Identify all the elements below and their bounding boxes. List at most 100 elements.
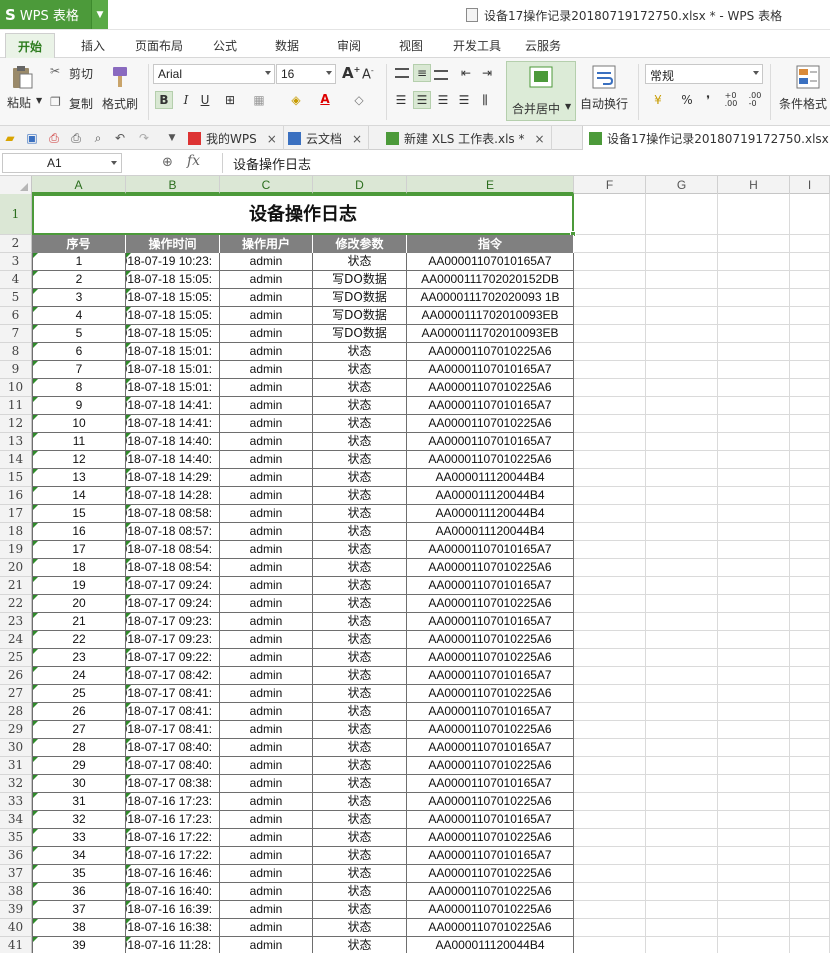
doc-tab-3[interactable]: 设备17操作记录20180719172750.xlsx *× (582, 126, 830, 150)
distribute-icon[interactable]: ⫼ (476, 91, 494, 109)
table-cell[interactable]: 状态 (313, 379, 407, 397)
table-cell[interactable]: AA00001107010165A7 (407, 577, 574, 595)
table-cell[interactable]: 2018-07-18 14:41: (126, 397, 220, 415)
table-cell[interactable]: AA00001107010165A7 (407, 739, 574, 757)
row-header-29[interactable]: 29 (0, 721, 32, 739)
comma-button[interactable]: ❜ (699, 91, 717, 109)
table-cell[interactable]: admin (220, 775, 313, 793)
table-cell[interactable]: 9 (32, 397, 126, 415)
table-cell[interactable]: 状态 (313, 811, 407, 829)
row-header-2[interactable]: 2 (0, 235, 32, 253)
table-cell[interactable]: 2018-07-17 08:42: (126, 667, 220, 685)
table-cell[interactable]: AA00001107010225A6 (407, 631, 574, 649)
row-header-40[interactable]: 40 (0, 919, 32, 937)
table-cell[interactable]: 2018-07-16 16:38: (126, 919, 220, 937)
close-icon[interactable]: × (352, 132, 362, 146)
print-icon[interactable]: ⎙ (68, 130, 84, 146)
row-header-14[interactable]: 14 (0, 451, 32, 469)
table-cell[interactable]: admin (220, 415, 313, 433)
indent-increase-icon[interactable]: ⇥ (478, 64, 496, 82)
undo-icon[interactable]: ↶ (112, 130, 128, 146)
table-cell[interactable]: 2018-07-18 08:54: (126, 541, 220, 559)
row-header-21[interactable]: 21 (0, 577, 32, 595)
table-cell[interactable]: 30 (32, 775, 126, 793)
font-color-button[interactable]: A (316, 90, 334, 108)
table-cell[interactable]: 状态 (313, 775, 407, 793)
table-cell[interactable]: 状态 (313, 865, 407, 883)
menu-tab-4[interactable]: 数据 (275, 37, 299, 54)
table-cell[interactable]: 23 (32, 649, 126, 667)
table-cell[interactable]: AA0000111702010093EB (407, 325, 574, 343)
table-cell[interactable]: 状态 (313, 415, 407, 433)
table-cell[interactable]: 2018-07-16 17:22: (126, 829, 220, 847)
table-cell[interactable]: 11 (32, 433, 126, 451)
table-cell[interactable]: AA00001107010165A7 (407, 667, 574, 685)
table-cell[interactable]: AA00001107010165A7 (407, 703, 574, 721)
row-header-24[interactable]: 24 (0, 631, 32, 649)
table-cell[interactable]: 2018-07-16 16:46: (126, 865, 220, 883)
menu-tab-5[interactable]: 审阅 (337, 37, 361, 54)
table-cell[interactable]: admin (220, 379, 313, 397)
table-cell[interactable]: 2018-07-16 11:28: (126, 937, 220, 953)
table-cell[interactable]: 2018-07-17 09:22: (126, 649, 220, 667)
table-cell[interactable]: AA000011120044B4 (407, 487, 574, 505)
row-header-15[interactable]: 15 (0, 469, 32, 487)
table-cell[interactable]: admin (220, 937, 313, 953)
table-cell[interactable]: 2018-07-18 14:29: (126, 469, 220, 487)
cut-button[interactable]: 剪切 (69, 65, 93, 82)
wrap-text-button[interactable]: 自动换行 (580, 95, 628, 112)
table-cell[interactable]: admin (220, 577, 313, 595)
table-cell[interactable]: AA00001107010225A6 (407, 883, 574, 901)
table-cell[interactable]: AA00001107010165A7 (407, 541, 574, 559)
menu-tab-7[interactable]: 开发工具 (453, 37, 501, 54)
table-cell[interactable]: admin (220, 343, 313, 361)
bold-button[interactable]: B (155, 91, 173, 109)
table-cell[interactable]: admin (220, 829, 313, 847)
table-cell[interactable]: AA00001107010225A6 (407, 721, 574, 739)
table-cell[interactable]: admin (220, 703, 313, 721)
decrease-font-icon[interactable]: A- (362, 66, 374, 82)
table-cell[interactable]: 2018-07-17 08:41: (126, 703, 220, 721)
column-header-d[interactable]: D (313, 176, 407, 194)
decrease-decimal-button[interactable]: .00 -0 (746, 91, 764, 109)
align-bottom-icon[interactable] (434, 70, 448, 80)
clear-format-icon[interactable]: ◇ (350, 91, 368, 109)
table-cell[interactable]: 状态 (313, 919, 407, 937)
row-header-3[interactable]: 3 (0, 253, 32, 271)
table-cell[interactable]: 25 (32, 685, 126, 703)
save-icon[interactable]: ▣ (24, 130, 40, 146)
table-cell[interactable]: admin (220, 397, 313, 415)
row-header-26[interactable]: 26 (0, 667, 32, 685)
table-cell[interactable]: AA0000111702010093EB (407, 307, 574, 325)
table-cell[interactable]: admin (220, 865, 313, 883)
table-cell[interactable]: admin (220, 847, 313, 865)
table-cell[interactable]: 写DO数据 (313, 271, 407, 289)
redo-icon[interactable]: ↷ (136, 130, 152, 146)
table-cell[interactable]: admin (220, 433, 313, 451)
format-painter-button[interactable]: 格式刷 (102, 95, 138, 112)
row-header-23[interactable]: 23 (0, 613, 32, 631)
table-cell[interactable]: AA00001107010225A6 (407, 685, 574, 703)
table-cell[interactable]: AA00001107010225A6 (407, 379, 574, 397)
row-header-9[interactable]: 9 (0, 361, 32, 379)
table-cell[interactable]: 2018-07-17 08:38: (126, 775, 220, 793)
table-cell[interactable]: admin (220, 595, 313, 613)
table-cell[interactable]: 7 (32, 361, 126, 379)
table-cell[interactable]: 14 (32, 487, 126, 505)
table-cell[interactable]: 状态 (313, 487, 407, 505)
table-cell[interactable]: admin (220, 757, 313, 775)
table-cell[interactable]: admin (220, 811, 313, 829)
table-cell[interactable]: admin (220, 739, 313, 757)
table-cell[interactable]: 2018-07-17 09:24: (126, 577, 220, 595)
row-header-19[interactable]: 19 (0, 541, 32, 559)
paste-icon[interactable] (9, 64, 35, 90)
table-cell[interactable]: admin (220, 325, 313, 343)
table-cell[interactable]: 状态 (313, 883, 407, 901)
table-cell[interactable]: 2018-07-18 15:05: (126, 271, 220, 289)
column-header-g[interactable]: G (646, 176, 718, 194)
column-header-h[interactable]: H (718, 176, 790, 194)
table-cell[interactable]: 2018-07-17 09:23: (126, 613, 220, 631)
name-box[interactable]: A1 (2, 153, 122, 173)
table-cell[interactable]: AA0000111702020093 1B (407, 289, 574, 307)
row-header-38[interactable]: 38 (0, 883, 32, 901)
